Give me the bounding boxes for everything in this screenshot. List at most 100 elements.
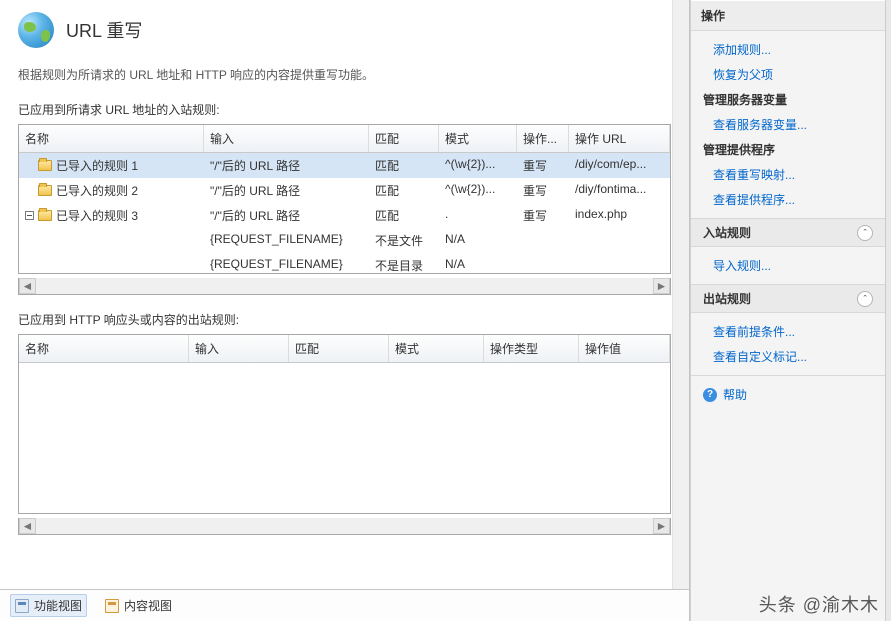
content-view-tab[interactable]: 内容视图 bbox=[101, 594, 176, 617]
view-preconditions-link[interactable]: 查看前提条件... bbox=[691, 319, 885, 344]
cell-action bbox=[517, 228, 569, 253]
cell-pattern: N/A bbox=[439, 228, 517, 253]
inbound-grid-body: 已导入的规则 1 "/"后的 URL 路径匹配^(\w{2})...重写/diy/… bbox=[19, 153, 670, 273]
table-row[interactable]: {REQUEST_FILENAME}不是文件N/A bbox=[19, 228, 670, 253]
main-vscroll[interactable] bbox=[672, 0, 689, 589]
help-icon: ? bbox=[703, 388, 717, 402]
folder-icon bbox=[38, 185, 52, 196]
inbound-section-label: 已应用到所请求 URL 地址的入站规则: bbox=[18, 101, 671, 118]
help-group: ? 帮助 bbox=[691, 375, 885, 413]
scroll-left-icon[interactable]: ◄ bbox=[19, 518, 36, 534]
scroll-right-icon[interactable]: ► bbox=[653, 518, 670, 534]
outbound-section-label: 已应用到 HTTP 响应头或内容的出站规则: bbox=[18, 311, 671, 328]
outbound-rules-title: 出站规则 bbox=[703, 290, 751, 307]
col-pattern[interactable]: 模式 bbox=[389, 335, 484, 362]
import-rules-link[interactable]: 导入规则... bbox=[691, 253, 885, 278]
cell-input: "/"后的 URL 路径 bbox=[204, 203, 369, 228]
revert-parent-link[interactable]: 恢复为父项 bbox=[691, 62, 885, 87]
cell-match: 不是文件 bbox=[369, 228, 439, 253]
cell-action_url: /diy/fontima... bbox=[569, 178, 670, 203]
folder-icon bbox=[38, 160, 52, 171]
cell-pattern: N/A bbox=[439, 253, 517, 278]
actions-pane: 操作 添加规则... 恢复为父项 管理服务器变量 查看服务器变量... 管理提供… bbox=[690, 0, 885, 621]
outbound-grid-header: 名称 输入 匹配 模式 操作类型 操作值 bbox=[19, 335, 670, 363]
view-rewrite-map-link[interactable]: 查看重写映射... bbox=[691, 162, 885, 187]
outbound-grid-body bbox=[19, 363, 670, 513]
features-view-tab[interactable]: 功能视图 bbox=[10, 594, 87, 617]
view-custom-tags-link[interactable]: 查看自定义标记... bbox=[691, 344, 885, 369]
cell-pattern: . bbox=[439, 203, 517, 228]
outbound-rules-section[interactable]: 出站规则 ˆ bbox=[691, 284, 885, 313]
col-input[interactable]: 输入 bbox=[189, 335, 289, 362]
collapse-toggle-icon[interactable] bbox=[25, 211, 34, 220]
add-rule-link[interactable]: 添加规则... bbox=[691, 37, 885, 62]
actions-top-group: 添加规则... 恢复为父项 管理服务器变量 查看服务器变量... 管理提供程序 … bbox=[691, 31, 885, 218]
cell-pattern: ^(\w{2})... bbox=[439, 178, 517, 203]
col-match[interactable]: 匹配 bbox=[289, 335, 389, 362]
help-link[interactable]: ? 帮助 bbox=[691, 382, 885, 407]
view-switcher: 功能视图 内容视图 bbox=[0, 589, 689, 621]
rule-name-label: 已导入的规则 3 bbox=[56, 209, 138, 223]
rule-name-cell bbox=[19, 253, 204, 278]
content-view-icon bbox=[105, 599, 119, 613]
collapse-icon[interactable]: ˆ bbox=[857, 291, 873, 307]
cell-action bbox=[517, 253, 569, 278]
page-title: URL 重写 bbox=[66, 17, 142, 43]
content-area: URL 重写 根据规则为所请求的 URL 地址和 HTTP 响应的内容提供重写功… bbox=[0, 0, 689, 589]
col-action-type[interactable]: 操作类型 bbox=[484, 335, 579, 362]
cell-match: 匹配 bbox=[369, 153, 439, 178]
cell-action_url bbox=[569, 253, 670, 278]
cell-action: 重写 bbox=[517, 153, 569, 178]
col-action-value[interactable]: 操作值 bbox=[579, 335, 670, 362]
providers-title: 管理提供程序 bbox=[691, 137, 885, 162]
server-vars-title: 管理服务器变量 bbox=[691, 87, 885, 112]
table-row[interactable]: 已导入的规则 2 "/"后的 URL 路径匹配^(\w{2})...重写/diy/… bbox=[19, 178, 670, 203]
cell-action: 重写 bbox=[517, 178, 569, 203]
main-panel: URL 重写 根据规则为所请求的 URL 地址和 HTTP 响应的内容提供重写功… bbox=[0, 0, 690, 621]
inbound-hscroll[interactable]: ◄ ► bbox=[18, 278, 671, 295]
table-row[interactable]: 已导入的规则 3"/"后的 URL 路径匹配.重写index.php bbox=[19, 203, 670, 228]
scroll-right-icon[interactable]: ► bbox=[653, 278, 670, 294]
rule-name-cell: 已导入的规则 3 bbox=[19, 203, 204, 228]
folder-icon bbox=[38, 210, 52, 221]
cell-input: {REQUEST_FILENAME} bbox=[204, 228, 369, 253]
rule-name-cell bbox=[19, 228, 204, 253]
col-name[interactable]: 名称 bbox=[19, 335, 189, 362]
col-action-url[interactable]: 操作 URL bbox=[569, 125, 670, 152]
features-view-icon bbox=[15, 599, 29, 613]
col-action[interactable]: 操作... bbox=[517, 125, 569, 152]
table-row[interactable]: {REQUEST_FILENAME}不是目录N/A bbox=[19, 253, 670, 278]
cell-action: 重写 bbox=[517, 203, 569, 228]
cell-input: "/"后的 URL 路径 bbox=[204, 178, 369, 203]
cell-match: 不是目录 bbox=[369, 253, 439, 278]
cell-match: 匹配 bbox=[369, 178, 439, 203]
col-pattern[interactable]: 模式 bbox=[439, 125, 517, 152]
outbound-hscroll[interactable]: ◄ ► bbox=[18, 518, 671, 535]
rule-name-label: 已导入的规则 1 bbox=[56, 159, 138, 173]
actions-header: 操作 bbox=[691, 0, 885, 31]
inbound-rules-grid: 名称 输入 匹配 模式 操作... 操作 URL 已导入的规则 1 "/"后的 U… bbox=[18, 124, 671, 274]
view-providers-link[interactable]: 查看提供程序... bbox=[691, 187, 885, 212]
col-input[interactable]: 输入 bbox=[204, 125, 369, 152]
cell-action_url: index.php bbox=[569, 203, 670, 228]
rule-name-cell: 已导入的规则 2 bbox=[19, 178, 204, 203]
inbound-rules-title: 入站规则 bbox=[703, 224, 751, 241]
cell-pattern: ^(\w{2})... bbox=[439, 153, 517, 178]
cell-action_url bbox=[569, 228, 670, 253]
table-row[interactable]: 已导入的规则 1"/"后的 URL 路径匹配^(\w{2})...重写/diy/… bbox=[19, 153, 670, 178]
inbound-rules-section[interactable]: 入站规则 ˆ bbox=[691, 218, 885, 247]
outbound-actions-group: 查看前提条件... 查看自定义标记... bbox=[691, 313, 885, 375]
features-view-label: 功能视图 bbox=[34, 597, 82, 614]
cell-input: {REQUEST_FILENAME} bbox=[204, 253, 369, 278]
rule-name-cell: 已导入的规则 1 bbox=[19, 153, 204, 178]
col-name[interactable]: 名称 bbox=[19, 125, 204, 152]
window-edge bbox=[885, 0, 891, 621]
scroll-left-icon[interactable]: ◄ bbox=[19, 278, 36, 294]
content-view-label: 内容视图 bbox=[124, 597, 172, 614]
rule-name-label: 已导入的规则 2 bbox=[56, 184, 138, 198]
view-server-vars-link[interactable]: 查看服务器变量... bbox=[691, 112, 885, 137]
col-match[interactable]: 匹配 bbox=[369, 125, 439, 152]
page-header: URL 重写 bbox=[18, 12, 671, 48]
cell-action_url: /diy/com/ep... bbox=[569, 153, 670, 178]
collapse-icon[interactable]: ˆ bbox=[857, 225, 873, 241]
